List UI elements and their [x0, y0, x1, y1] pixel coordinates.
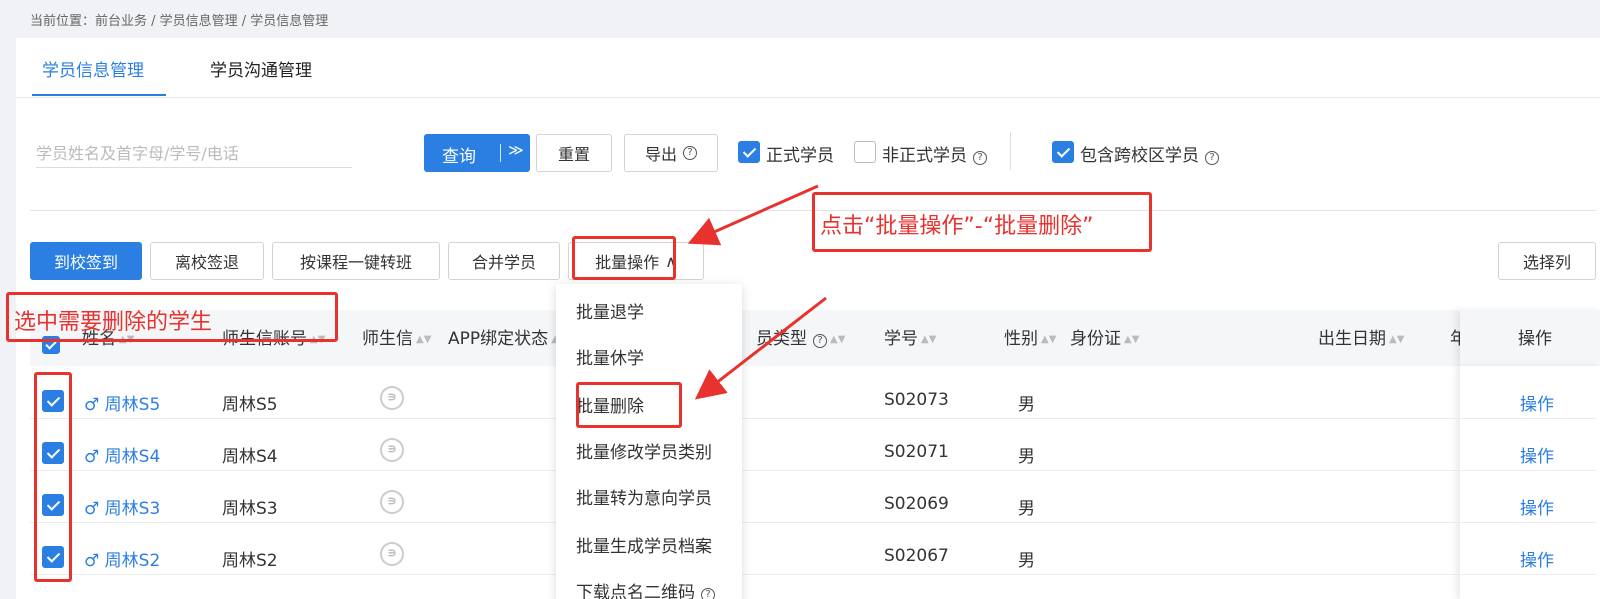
arrow-to-batch-button — [687, 184, 819, 246]
annotation-arrows — [687, 184, 827, 400]
arrow-to-batch-delete — [694, 296, 827, 400]
